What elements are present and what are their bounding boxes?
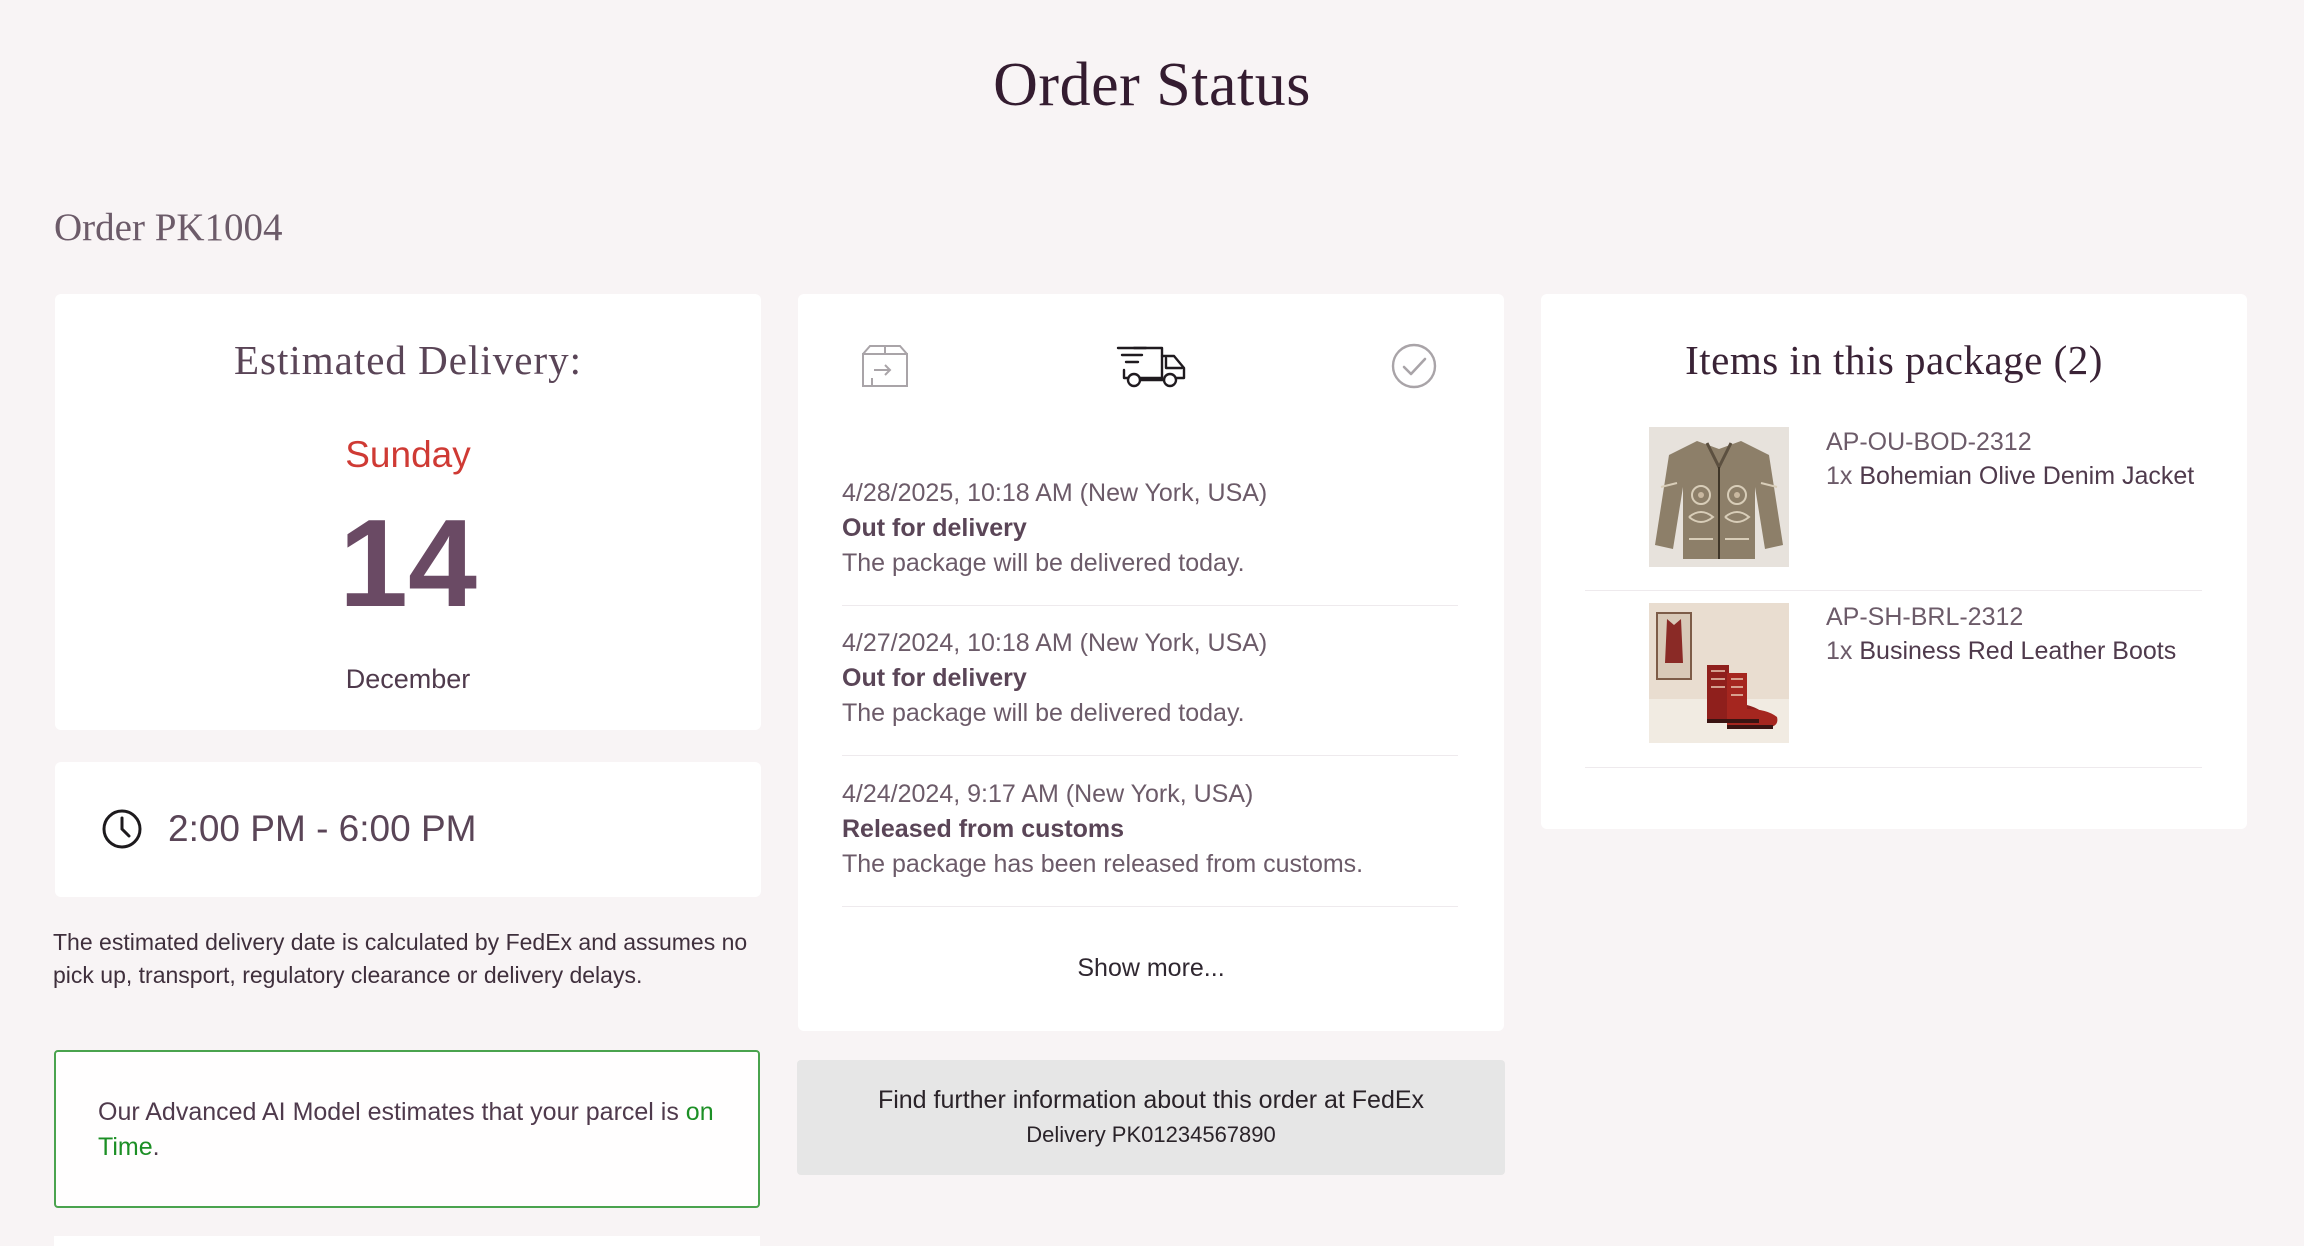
package-item[interactable]: AP-OU-BOD-2312 1x Bohemian Olive Denim J… — [1585, 414, 2202, 591]
ai-estimate-suffix: . — [152, 1133, 160, 1161]
estimated-delivery-card: Estimated Delivery: Sunday 14 December — [55, 294, 761, 730]
event-description: The package will be delivered today. — [842, 549, 1245, 577]
ai-estimate-box: Our Advanced AI Model estimates that you… — [54, 1050, 760, 1208]
timeline-event: 4/24/2024, 9:17 AM (New York, USA) Relea… — [842, 777, 1458, 907]
fedex-tracking-number: Delivery PK01234567890 — [1026, 1122, 1276, 1147]
item-title: Business Red Leather Boots — [1859, 637, 2177, 665]
event-status: Released from customs — [842, 815, 1125, 843]
page-container: Order Status Order PK1004 Estimated Deli… — [0, 0, 2304, 1246]
event-status: Out for delivery — [842, 514, 1027, 542]
show-more-button[interactable]: Show more... — [798, 954, 1504, 983]
delivery-truck-icon — [1116, 346, 1186, 388]
ai-estimate-text: Our Advanced AI Model estimates that you… — [98, 1095, 728, 1165]
event-description: The package will be delivered today. — [842, 699, 1245, 727]
delivery-disclaimer: The estimated delivery date is calculate… — [53, 929, 748, 988]
estimated-delivery-title: Estimated Delivery: — [233, 337, 583, 383]
item-name: 1x Bohemian Olive Denim Jacket — [1826, 462, 2194, 491]
timeline-event: 4/27/2024, 10:18 AM (New York, USA) Out … — [842, 626, 1458, 756]
delivery-time-window-card: 2:00 PM - 6:00 PM — [55, 762, 761, 897]
item-title: Bohemian Olive Denim Jacket — [1859, 462, 2195, 490]
fedex-info-text: Find further information about this orde… — [877, 1086, 1425, 1114]
delivery-day-number: 14 — [339, 495, 477, 633]
timeline-event: 4/28/2025, 10:18 AM (New York, USA) Out … — [842, 476, 1458, 606]
check-circle-icon — [1391, 343, 1437, 389]
boots-thumbnail — [1649, 603, 1789, 743]
page-title: Order Status — [993, 51, 1311, 119]
item-quantity: 1x — [1826, 462, 1853, 490]
fedex-info-link[interactable]: Find further information about this orde… — [797, 1060, 1505, 1175]
event-description: The package has been released from custo… — [842, 850, 1364, 878]
delivery-weekday: Sunday — [345, 434, 471, 475]
box-icon — [862, 345, 908, 387]
next-card-edge — [54, 1236, 760, 1246]
package-item[interactable]: AP-SH-BRL-2312 1x Business Red Leather B… — [1585, 591, 2202, 768]
tracking-timeline-card: 4/28/2025, 10:18 AM (New York, USA) Out … — [798, 294, 1504, 1031]
order-number-heading: Order PK1004 — [54, 206, 283, 249]
event-timestamp: 4/27/2024, 10:18 AM (New York, USA) — [842, 629, 1268, 657]
jacket-thumbnail — [1649, 427, 1789, 567]
event-timestamp: 4/24/2024, 9:17 AM (New York, USA) — [842, 780, 1254, 808]
delivery-month: December — [345, 664, 471, 694]
event-timestamp: 4/28/2025, 10:18 AM (New York, USA) — [842, 479, 1268, 507]
event-status: Out for delivery — [842, 664, 1027, 692]
item-sku: AP-SH-BRL-2312 — [1826, 603, 2024, 631]
items-title: Items in this package (2) — [1685, 337, 2103, 383]
item-name: 1x Business Red Leather Boots — [1826, 637, 2176, 666]
item-sku: AP-OU-BOD-2312 — [1826, 428, 2032, 456]
item-quantity: 1x — [1826, 637, 1853, 665]
package-items-card: Items in this package (2) AP-OU-BOD-2312… — [1541, 294, 2247, 829]
ai-estimate-prefix: Our Advanced AI Model estimates that you… — [98, 1098, 686, 1126]
clock-icon — [102, 809, 142, 849]
delivery-time-window: 2:00 PM - 6:00 PM — [168, 808, 477, 849]
